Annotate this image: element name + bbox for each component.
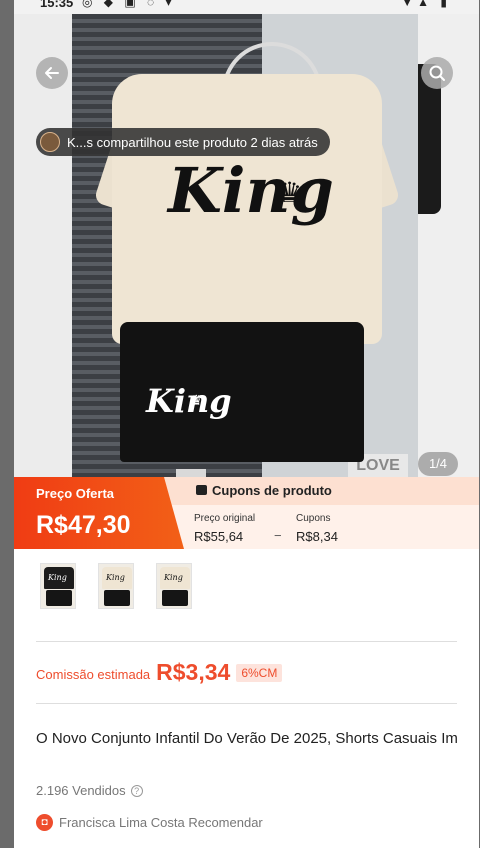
product-gallery[interactable]: LOVE King ♛ King ♛ K...s compartilhou es… [14, 14, 479, 478]
product-page: 15:35 ◎ ◆ ▣ ◌ ▾ ▼▲ ▮ LOVE King ♛ King ♛ [14, 0, 479, 848]
search-icon [429, 65, 445, 81]
tshirt-print: King [168, 154, 334, 227]
crown-icon: ♛ [190, 392, 203, 408]
variant-thumbnails: King King King [40, 563, 192, 609]
sold-text: 2.196 Vendidos [36, 783, 126, 798]
thumbnail-3[interactable]: King [156, 563, 192, 609]
image-counter: 1/4 [418, 452, 458, 476]
estimated-commission: Comissão estimada R$3,34 6%CM [36, 659, 283, 686]
divider [36, 703, 457, 704]
product-photo[interactable]: LOVE King ♛ King ♛ [72, 14, 418, 478]
coupon-panel[interactable]: Cupons de produto Preço original R$55,64… [164, 477, 479, 549]
back-button[interactable] [36, 57, 68, 89]
shop-bag-icon: ◘ [36, 814, 53, 831]
commission-value: R$3,34 [156, 659, 231, 685]
avatar [40, 132, 60, 152]
status-bar: 15:35 ◎ ◆ ▣ ◌ ▾ ▼▲ ▮ [14, 0, 479, 14]
minus-sign: − [274, 528, 282, 543]
status-time: 15:35 [40, 0, 74, 10]
recommender-row[interactable]: ◘ Francisca Lima Costa Recomendar [36, 814, 263, 831]
coupons-title: Cupons de produto [212, 483, 332, 498]
thumbnail-2[interactable]: King [98, 563, 134, 609]
product-title: O Novo Conjunto Infantil Do Verão De 202… [36, 730, 458, 747]
search-button[interactable] [421, 57, 453, 89]
recommender-text: Francisca Lima Costa Recomendar [59, 815, 263, 830]
share-text: K...s compartilhou este produto 2 dias a… [67, 134, 318, 150]
original-price-label: Preço original [194, 513, 256, 524]
offer-price-value: R$47,30 [36, 511, 131, 539]
commission-label: Comissão estimada [36, 667, 151, 682]
share-notice: K...s compartilhou este produto 2 dias a… [36, 128, 330, 156]
thumbnail-1[interactable]: King [40, 563, 76, 609]
sold-count: 2.196 Vendidos ? [36, 783, 143, 798]
arrow-left-icon [45, 67, 59, 79]
offer-price-label: Preço Oferta [36, 486, 115, 501]
coupon-discount-value: R$8,34 [296, 529, 338, 544]
original-price-value: R$55,64 [194, 529, 244, 544]
price-band: Cupons de produto Preço original R$55,64… [14, 477, 479, 549]
system-icons: ▼▲ ▮ [401, 0, 451, 9]
coupon-icon [196, 485, 207, 495]
coupon-discount-label: Cupons [296, 513, 331, 524]
question-circle-icon[interactable]: ? [130, 784, 143, 797]
divider [36, 641, 457, 642]
commission-badge: 6%CM [236, 663, 283, 682]
shorts-print: King [146, 382, 232, 420]
offer-price-panel: Preço Oferta R$47,30 [14, 477, 184, 549]
notification-icons: ◎ ◆ ▣ ◌ ▾ [82, 0, 176, 9]
crown-icon: ♛ [277, 177, 303, 208]
